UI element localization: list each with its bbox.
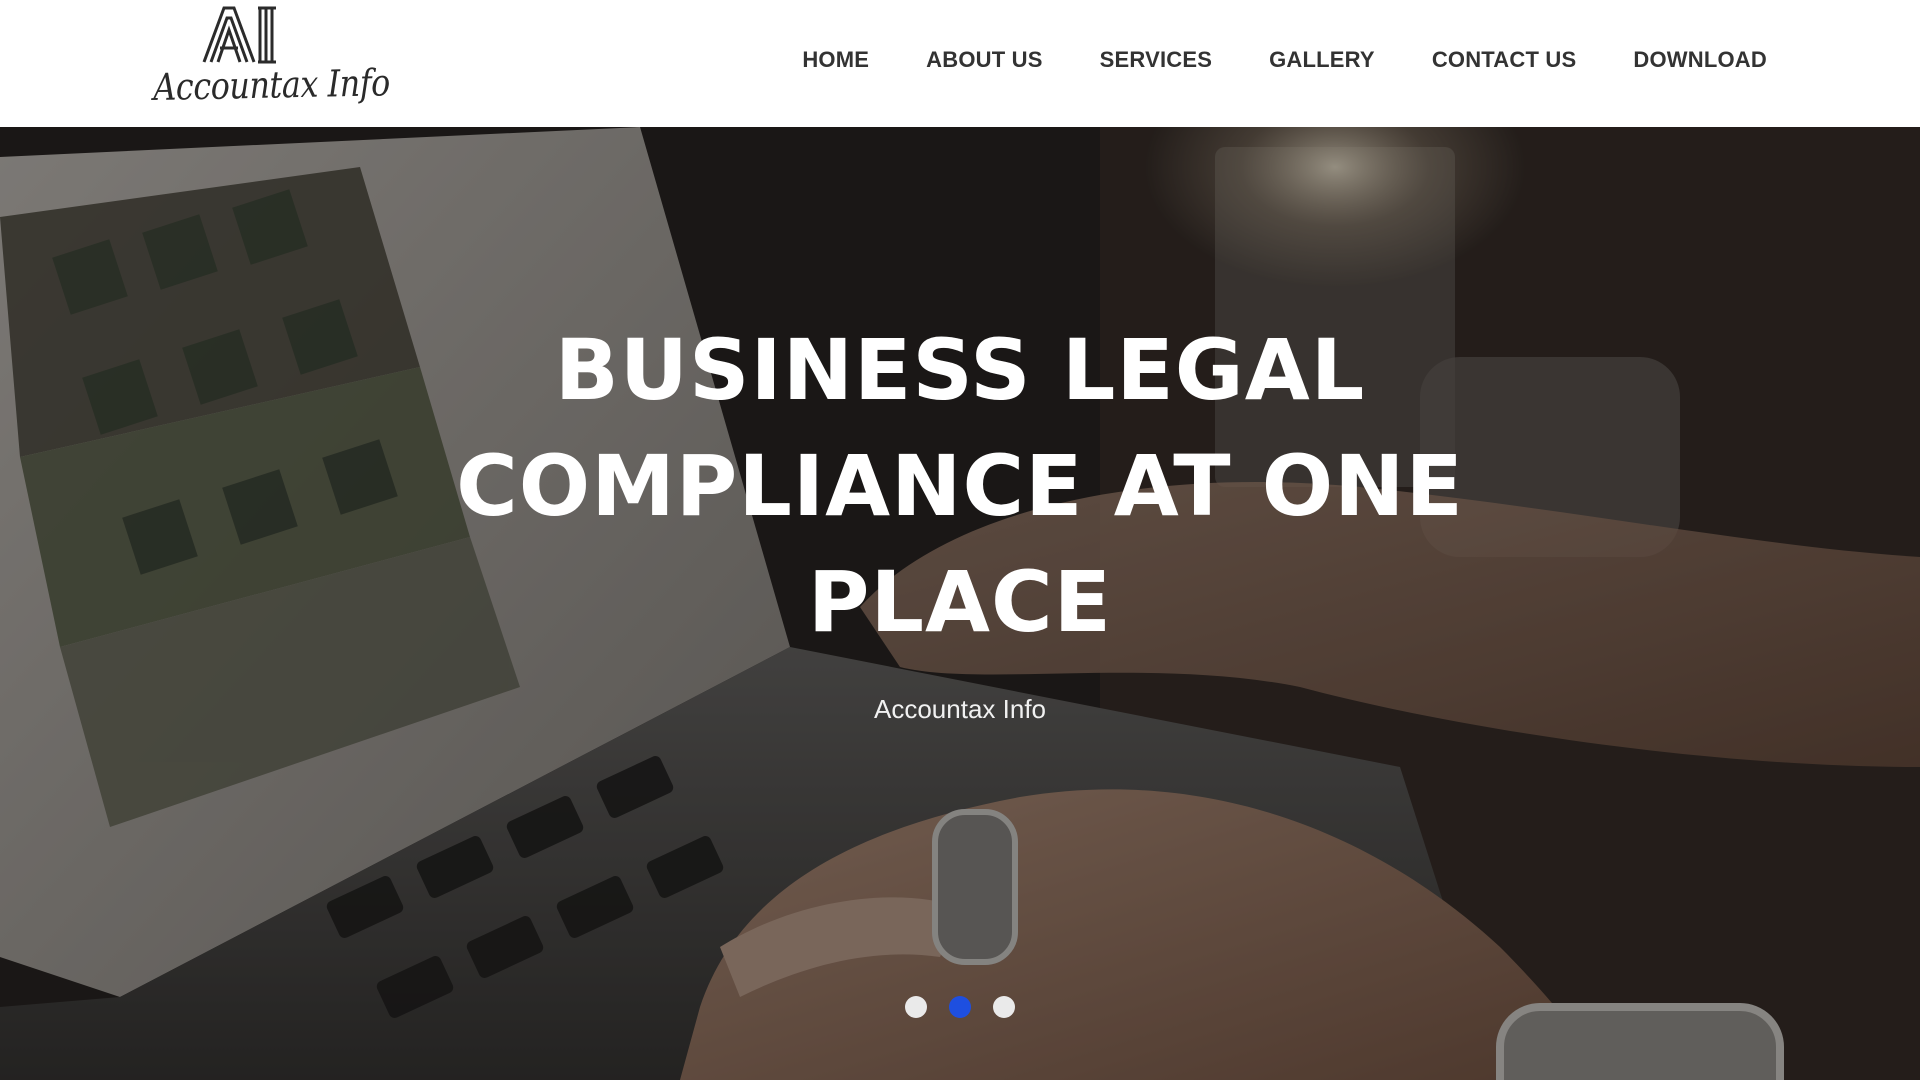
nav-services[interactable]: SERVICES (1100, 47, 1212, 73)
hero-headline: BUSINESS LEGAL COMPLIANCE AT ONE PLACE (0, 312, 1920, 660)
brand-logo[interactable]: Accountax Info (150, 4, 390, 122)
main-nav: HOME ABOUT US SERVICES GALLERY CONTACT U… (802, 47, 1767, 73)
logo-wordmark: Accountax Info (153, 61, 391, 109)
carousel-dot-3[interactable] (993, 996, 1015, 1018)
hero-headline-line-3: PLACE (807, 553, 1113, 651)
nav-contact-us[interactable]: CONTACT US (1432, 47, 1577, 73)
hero-headline-line-2: COMPLIANCE AT ONE (456, 437, 1464, 535)
site-header: Accountax Info HOME ABOUT US SERVICES GA… (0, 0, 1920, 127)
nav-about-us[interactable]: ABOUT US (926, 47, 1043, 73)
hero-subtitle: Accountax Info (874, 694, 1046, 724)
carousel-dot-2-active[interactable] (949, 996, 971, 1018)
hero-headline-line-1: BUSINESS LEGAL (554, 321, 1366, 419)
hero-carousel: BUSINESS LEGAL COMPLIANCE AT ONE PLACE A… (0, 127, 1920, 1080)
nav-gallery[interactable]: GALLERY (1269, 47, 1375, 73)
carousel-dot-1[interactable] (905, 996, 927, 1018)
nav-download[interactable]: DOWNLOAD (1633, 47, 1767, 73)
nav-home[interactable]: HOME (802, 47, 869, 73)
ai-logo-icon (202, 6, 276, 64)
carousel-indicators (0, 996, 1920, 1018)
